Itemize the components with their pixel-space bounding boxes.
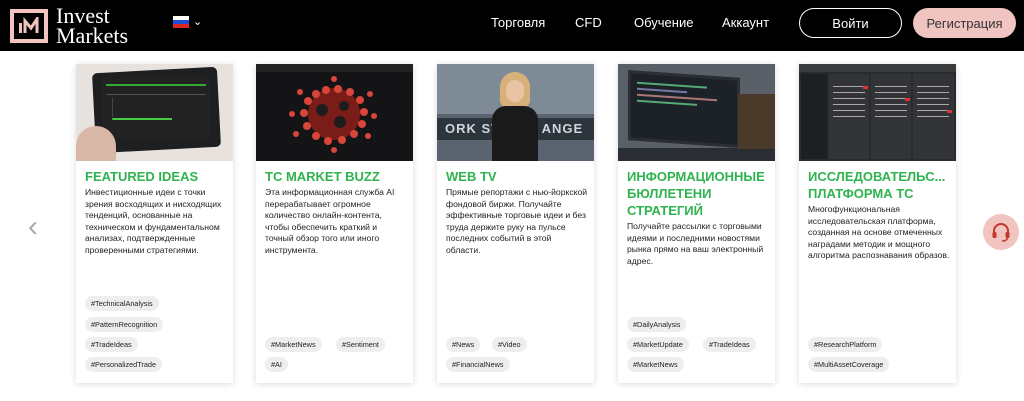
tag[interactable]: #MultiAssetCoverage [808, 357, 890, 372]
card-image-laptop [618, 64, 775, 161]
card-image-platform [799, 64, 956, 161]
logo-mark-icon [10, 9, 48, 43]
card-web-tv[interactable]: ORK ST ANGE WEB TV Прямые репортажи с нь… [437, 64, 594, 383]
card-image-bubbles [256, 64, 413, 161]
card-description: Многофункциональная исследовательская пл… [808, 204, 950, 261]
tag[interactable]: #FinancialNews [446, 357, 510, 372]
nav-trading[interactable]: Торговля [491, 15, 545, 30]
card-description: Прямые репортажи с нью-йоркской фондовой… [446, 187, 588, 255]
tag[interactable]: #ResearchPlatform [808, 337, 883, 352]
nav-account[interactable]: Аккаунт [722, 15, 769, 30]
tag[interactable]: #TechnicalAnalysis [85, 296, 159, 311]
chevron-down-icon[interactable]: ⌄ [193, 15, 202, 28]
card-research-platform[interactable]: ИССЛЕДОВАТЕЛЬС... ПЛАТФОРМА TC Многофунк… [799, 64, 956, 383]
tag[interactable]: #TradeIdeas [703, 337, 756, 352]
tag[interactable]: #MarketUpdate [627, 337, 689, 352]
card-title: ИССЛЕДОВАТЕЛЬС... ПЛАТФОРМА TC [808, 169, 946, 201]
logo[interactable]: Invest Markets [10, 3, 129, 48]
card-tc-market-buzz[interactable]: TC MARKET BUZZ Эта информационная служба… [256, 64, 413, 383]
tag[interactable]: #MarketNews [265, 337, 322, 352]
card-featured-ideas[interactable]: FEATURED IDEAS Инвестиционные идеи с точ… [76, 64, 233, 383]
tag[interactable]: #TradeIdeas [85, 337, 138, 352]
card-strategy-bulletins[interactable]: ИНФОРМАЦИОННЫЕ БЮЛЛЕТЕНИ СТРАТЕГИЙ Получ… [618, 64, 775, 383]
carousel-prev-icon[interactable]: ‹ [28, 210, 38, 244]
tag[interactable]: #AI [265, 357, 288, 372]
card-image-presenter: ORK ST ANGE [437, 64, 594, 161]
card-title: ИНФОРМАЦИОННЫЕ БЮЛЛЕТЕНИ СТРАТЕГИЙ [627, 169, 765, 218]
tag[interactable]: #PatternRecognition [85, 317, 164, 332]
support-headset-icon[interactable] [983, 214, 1019, 250]
card-description: Получайте рассылки с торговыми идеями и … [627, 221, 764, 266]
logo-text: Invest Markets [56, 3, 129, 48]
login-button[interactable]: Войти [799, 8, 902, 38]
card-description: Эта информационная служба AI перерабатыв… [265, 187, 395, 255]
card-image-tablet [76, 64, 233, 161]
card-title: TC MARKET BUZZ [265, 169, 380, 184]
nav-education[interactable]: Обучение [634, 15, 693, 30]
card-description: Инвестиционные идеи с точки зрения восхо… [85, 187, 222, 255]
tag[interactable]: #Video [492, 337, 527, 352]
tag[interactable]: #Sentiment [336, 337, 385, 352]
russia-flag-icon[interactable] [173, 16, 189, 28]
register-button[interactable]: Регистрация [913, 8, 1016, 38]
card-title: FEATURED IDEAS [85, 169, 199, 184]
card-title: WEB TV [446, 169, 497, 184]
tag[interactable]: #MarketNews [627, 357, 684, 372]
top-header: Invest Markets ⌄ Торговля CFD Обучение А… [0, 0, 1024, 51]
tag[interactable]: #DailyAnalysis [627, 317, 687, 332]
tag[interactable]: #News [446, 337, 481, 352]
nav-cfd[interactable]: CFD [575, 15, 602, 30]
tag[interactable]: #PersonalizedTrade [85, 357, 163, 372]
